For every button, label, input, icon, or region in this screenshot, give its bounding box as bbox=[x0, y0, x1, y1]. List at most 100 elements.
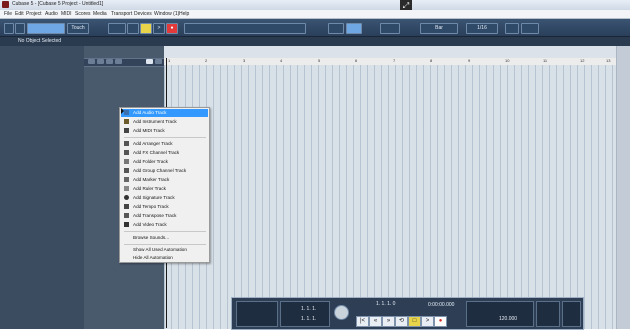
snap-type-select[interactable] bbox=[346, 23, 362, 34]
app-icon bbox=[2, 1, 9, 8]
menu-item-add-audio-track[interactable]: Add Audio Track bbox=[121, 109, 208, 117]
grid-type-select[interactable]: Bar bbox=[420, 23, 458, 34]
track-list-button-1[interactable] bbox=[88, 59, 95, 64]
stop-button[interactable] bbox=[140, 23, 152, 34]
cubase-window: Cubase 5 - [Cubase 5 Project - Untitled1… bbox=[0, 0, 630, 330]
color-select[interactable] bbox=[505, 23, 519, 34]
stop-button[interactable]: □ bbox=[408, 316, 421, 327]
fast-forward-button[interactable]: » bbox=[382, 316, 395, 327]
menu-devices[interactable]: Devices bbox=[134, 11, 152, 17]
performance-meter bbox=[236, 301, 278, 327]
menu-bar: File Edit Project Audio MIDI Scores Medi… bbox=[0, 10, 630, 19]
menu-help[interactable]: Help bbox=[179, 11, 189, 17]
track-list-button-3[interactable] bbox=[106, 59, 113, 64]
menu-item-add-folder-track[interactable]: Add Folder Track bbox=[121, 158, 208, 166]
ruler-number: 1 bbox=[168, 58, 171, 63]
output-meter bbox=[562, 301, 581, 327]
snap-toggle[interactable] bbox=[328, 23, 344, 34]
menu-item-label: Add Group Channel Track bbox=[133, 168, 187, 173]
menu-separator bbox=[124, 231, 206, 232]
menu-media[interactable]: Media bbox=[93, 11, 107, 17]
mouse-pointer-icon bbox=[121, 108, 124, 114]
menu-item-label: Add Marker Track bbox=[133, 177, 170, 182]
menu-item-label: Add Signature Track bbox=[133, 195, 175, 200]
menu-item-add-instrument-track[interactable]: Add Instrument Track bbox=[121, 118, 208, 126]
show-lines-button[interactable] bbox=[27, 23, 65, 34]
inspector-panel bbox=[0, 46, 84, 329]
quantize-label: 1/16 bbox=[477, 25, 487, 31]
menu-window[interactable]: Window (1) bbox=[154, 11, 179, 17]
constrain-delay-button[interactable] bbox=[15, 23, 25, 34]
event-display[interactable] bbox=[164, 65, 616, 329]
activate-project-button[interactable] bbox=[4, 23, 14, 34]
menu-item-label: Browse Sounds... bbox=[133, 235, 170, 240]
menu-file[interactable]: File bbox=[4, 11, 12, 17]
marker-track-icon bbox=[124, 177, 129, 182]
marker-section[interactable] bbox=[536, 301, 560, 327]
menu-audio[interactable]: Audio bbox=[45, 11, 58, 17]
quantize-select[interactable]: 1/16 bbox=[466, 23, 498, 34]
tempo-track-icon bbox=[124, 204, 129, 209]
locator-display[interactable]: 1. 1. 1. 1. 1. 1. bbox=[280, 301, 330, 327]
grid-type-label: Bar bbox=[435, 25, 443, 31]
menu-item-add-transpose-track[interactable]: Add Transpose Track bbox=[121, 212, 208, 220]
ruler-number: 5 bbox=[318, 58, 321, 63]
menu-item-add-marker-track[interactable]: Add Marker Track bbox=[121, 176, 208, 184]
menu-item-add-video-track[interactable]: Add Video Track bbox=[121, 221, 208, 229]
transport-panel: 1. 1. 1. 1. 1. 1. 1. 1. 1. 0 0:00:00.000… bbox=[231, 297, 584, 330]
menu-item-label: Add Audio Track bbox=[133, 110, 167, 115]
window-layout-button[interactable] bbox=[521, 23, 539, 34]
ruler-number: 13 bbox=[606, 58, 611, 63]
record-button[interactable]: ● bbox=[434, 316, 447, 327]
play-button[interactable]: > bbox=[153, 23, 165, 34]
menu-scores[interactable]: Scores bbox=[75, 11, 91, 17]
track-list-button-5[interactable] bbox=[146, 59, 153, 64]
ruler-number: 6 bbox=[355, 58, 358, 63]
menu-separator bbox=[124, 244, 206, 245]
midi-track-icon bbox=[124, 128, 129, 133]
go-to-start-button[interactable]: |< bbox=[356, 316, 369, 327]
rewind-button[interactable]: « bbox=[369, 316, 382, 327]
menu-item-label: Show All Used Automation bbox=[133, 247, 187, 252]
track-list-button-6[interactable] bbox=[155, 59, 162, 64]
ruler-number: 8 bbox=[430, 58, 433, 63]
menu-item-hide-all-automation[interactable]: Hide All Automation bbox=[121, 254, 208, 262]
primary-time-display: 1. 1. 1. 0 bbox=[376, 301, 396, 307]
cycle-button[interactable]: ⟲ bbox=[395, 316, 408, 327]
menu-item-label: Add FX Channel Track bbox=[133, 150, 180, 155]
menu-item-label: Add Video Track bbox=[133, 222, 167, 227]
menu-item-add-ruler-track[interactable]: Add Ruler Track bbox=[121, 185, 208, 193]
tempo-display[interactable]: 120.000 bbox=[466, 301, 534, 327]
menu-item-add-arranger-track[interactable]: Add Arranger Track bbox=[121, 140, 208, 148]
ruler-number: 3 bbox=[243, 58, 246, 63]
ruler-number: 11 bbox=[543, 58, 548, 63]
track-list-button-2[interactable] bbox=[97, 59, 104, 64]
project-toolbar: Touch > ● Bar 1/16 bbox=[0, 19, 630, 37]
edit-tools-group[interactable] bbox=[184, 23, 306, 34]
menu-item-add-signature-track[interactable]: Add Signature Track bbox=[121, 194, 208, 202]
track-list-button-4[interactable] bbox=[115, 59, 122, 64]
record-button[interactable]: ● bbox=[166, 23, 178, 34]
go-to-start-button[interactable] bbox=[108, 23, 126, 34]
menu-transport[interactable]: Transport bbox=[111, 11, 132, 17]
grid-toggle[interactable] bbox=[380, 23, 400, 34]
ruler-number: 7 bbox=[393, 58, 396, 63]
menu-item-show-all-used-automation[interactable]: Show All Used Automation bbox=[121, 246, 208, 254]
menu-item-browse-sounds[interactable]: Browse Sounds... bbox=[121, 234, 208, 242]
ruler-number: 12 bbox=[580, 58, 585, 63]
menu-project[interactable]: Project bbox=[26, 11, 42, 17]
menu-item-add-group-channel-track[interactable]: Add Group Channel Track bbox=[121, 167, 208, 175]
vertical-scrollbar[interactable] bbox=[616, 46, 630, 329]
cycle-button[interactable] bbox=[127, 23, 139, 34]
menu-item-add-fx-channel-track[interactable]: Add FX Channel Track bbox=[121, 149, 208, 157]
play-button[interactable]: > bbox=[421, 316, 434, 327]
menu-item-add-midi-track[interactable]: Add MIDI Track bbox=[121, 127, 208, 135]
menu-item-label: Add Transpose Track bbox=[133, 213, 177, 218]
menu-item-label: Add MIDI Track bbox=[133, 128, 165, 133]
folder-track-icon bbox=[124, 159, 129, 164]
menu-midi[interactable]: MIDI bbox=[61, 11, 72, 17]
menu-item-add-tempo-track[interactable]: Add Tempo Track bbox=[121, 203, 208, 211]
menu-edit[interactable]: Edit bbox=[15, 11, 24, 17]
automation-mode-select[interactable]: Touch bbox=[67, 23, 89, 34]
shuttle-knob[interactable] bbox=[334, 305, 349, 320]
